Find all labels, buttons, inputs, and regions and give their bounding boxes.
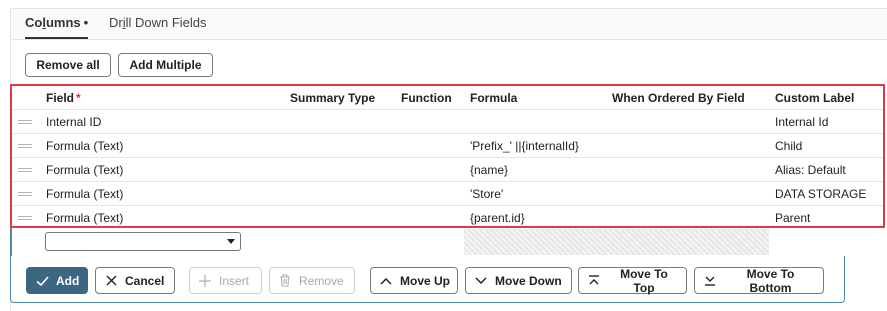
header-function: Function bbox=[401, 91, 452, 105]
header-field: Field * bbox=[46, 91, 81, 105]
cell-custom-label: Parent bbox=[775, 211, 811, 225]
add-multiple-button[interactable]: Add Multiple bbox=[118, 53, 213, 77]
move-to-bottom-button[interactable]: Move To Bottom bbox=[694, 266, 824, 295]
close-icon bbox=[104, 274, 118, 288]
trash-icon bbox=[278, 274, 292, 288]
required-asterisk: * bbox=[76, 91, 81, 105]
tab-drill-label-b: ll Down Fields bbox=[125, 15, 207, 30]
cell-formula: 'Prefix_' ||{internalId} bbox=[470, 139, 579, 153]
insert-button-label: Insert bbox=[219, 273, 250, 288]
formula-cell-disabled bbox=[464, 229, 769, 255]
drag-handle-icon[interactable] bbox=[18, 168, 32, 172]
table-row[interactable]: Formula (Text) {name} Alias: Default bbox=[12, 158, 883, 182]
tab-columns-label-a: Co bbox=[25, 15, 43, 30]
table-row[interactable]: Formula (Text) {parent.id} Parent bbox=[12, 206, 883, 230]
drag-handle-icon[interactable] bbox=[18, 144, 32, 148]
table-header-row: Field * Summary Type Function Formula Whe… bbox=[12, 86, 883, 110]
cell-formula: 'Store' bbox=[470, 187, 504, 201]
cell-custom-label: Child bbox=[775, 139, 803, 153]
remove-all-button[interactable]: Remove all bbox=[25, 53, 111, 77]
add-button[interactable]: Add bbox=[26, 267, 88, 294]
cell-field: Formula (Text) bbox=[46, 211, 124, 225]
table-row[interactable]: Formula (Text) 'Prefix_' ||{internalId} … bbox=[12, 134, 883, 158]
move-to-top-button-label: Move To Top bbox=[620, 266, 668, 295]
cell-formula: {name} bbox=[470, 163, 509, 177]
cell-formula: {parent.id} bbox=[470, 211, 525, 225]
columns-table: Field * Summary Type Function Formula Whe… bbox=[10, 84, 885, 228]
chevron-down-icon bbox=[474, 274, 488, 288]
move-up-button[interactable]: Move Up bbox=[370, 267, 458, 294]
header-custom-label: Custom Label bbox=[775, 91, 855, 105]
cell-field: Formula (Text) bbox=[46, 139, 124, 153]
drag-handle-icon[interactable] bbox=[18, 192, 32, 196]
header-when-ordered-by-field: When Ordered By Field bbox=[612, 91, 745, 105]
tab-drill-label-a: Dr bbox=[109, 15, 123, 30]
table-row[interactable]: Internal ID Internal Id bbox=[12, 110, 883, 134]
plus-icon bbox=[198, 274, 212, 288]
cancel-button-label: Cancel bbox=[125, 273, 165, 288]
tab-columns-label-b: umns bbox=[45, 15, 81, 30]
tab-columns-dot: • bbox=[83, 15, 89, 30]
cell-field: Internal ID bbox=[46, 115, 102, 129]
header-formula: Formula bbox=[470, 91, 518, 105]
move-to-top-icon bbox=[587, 274, 601, 288]
checkmark-icon bbox=[35, 274, 49, 288]
cell-field: Formula (Text) bbox=[46, 187, 124, 201]
move-up-button-label: Move Up bbox=[400, 273, 451, 288]
cell-custom-label: Alias: Default bbox=[775, 163, 846, 177]
header-field-label: Field bbox=[46, 91, 75, 105]
move-to-top-button[interactable]: Move To Top bbox=[578, 266, 687, 295]
move-down-button-label: Move Down bbox=[495, 273, 562, 288]
chevron-up-icon bbox=[379, 274, 393, 288]
move-to-bottom-icon bbox=[703, 274, 717, 288]
remove-button-label: Remove bbox=[299, 273, 344, 288]
cell-custom-label: Internal Id bbox=[775, 115, 829, 129]
table-row[interactable]: Formula (Text) 'Store' DATA STORAGE bbox=[12, 182, 883, 206]
add-button-label: Add bbox=[56, 273, 80, 288]
chevron-down-icon bbox=[227, 239, 235, 244]
move-down-button[interactable]: Move Down bbox=[465, 267, 572, 294]
remove-button[interactable]: Remove bbox=[269, 267, 355, 294]
tab-drill-down-fields[interactable]: Drill Down Fields bbox=[109, 15, 207, 30]
drag-handle-icon[interactable] bbox=[18, 120, 32, 124]
subtab-bar: Columns • Drill Down Fields bbox=[10, 8, 887, 40]
cell-field: Formula (Text) bbox=[46, 163, 124, 177]
insert-button[interactable]: Insert bbox=[189, 267, 262, 294]
field-select[interactable] bbox=[45, 232, 241, 251]
tab-columns[interactable]: Columns • bbox=[25, 15, 89, 39]
cell-custom-label: DATA STORAGE bbox=[775, 187, 867, 201]
drag-handle-icon[interactable] bbox=[18, 216, 32, 220]
move-to-bottom-button-label: Move To Bottom bbox=[746, 266, 795, 295]
cancel-button[interactable]: Cancel bbox=[95, 267, 175, 294]
header-summary-type: Summary Type bbox=[290, 91, 376, 105]
